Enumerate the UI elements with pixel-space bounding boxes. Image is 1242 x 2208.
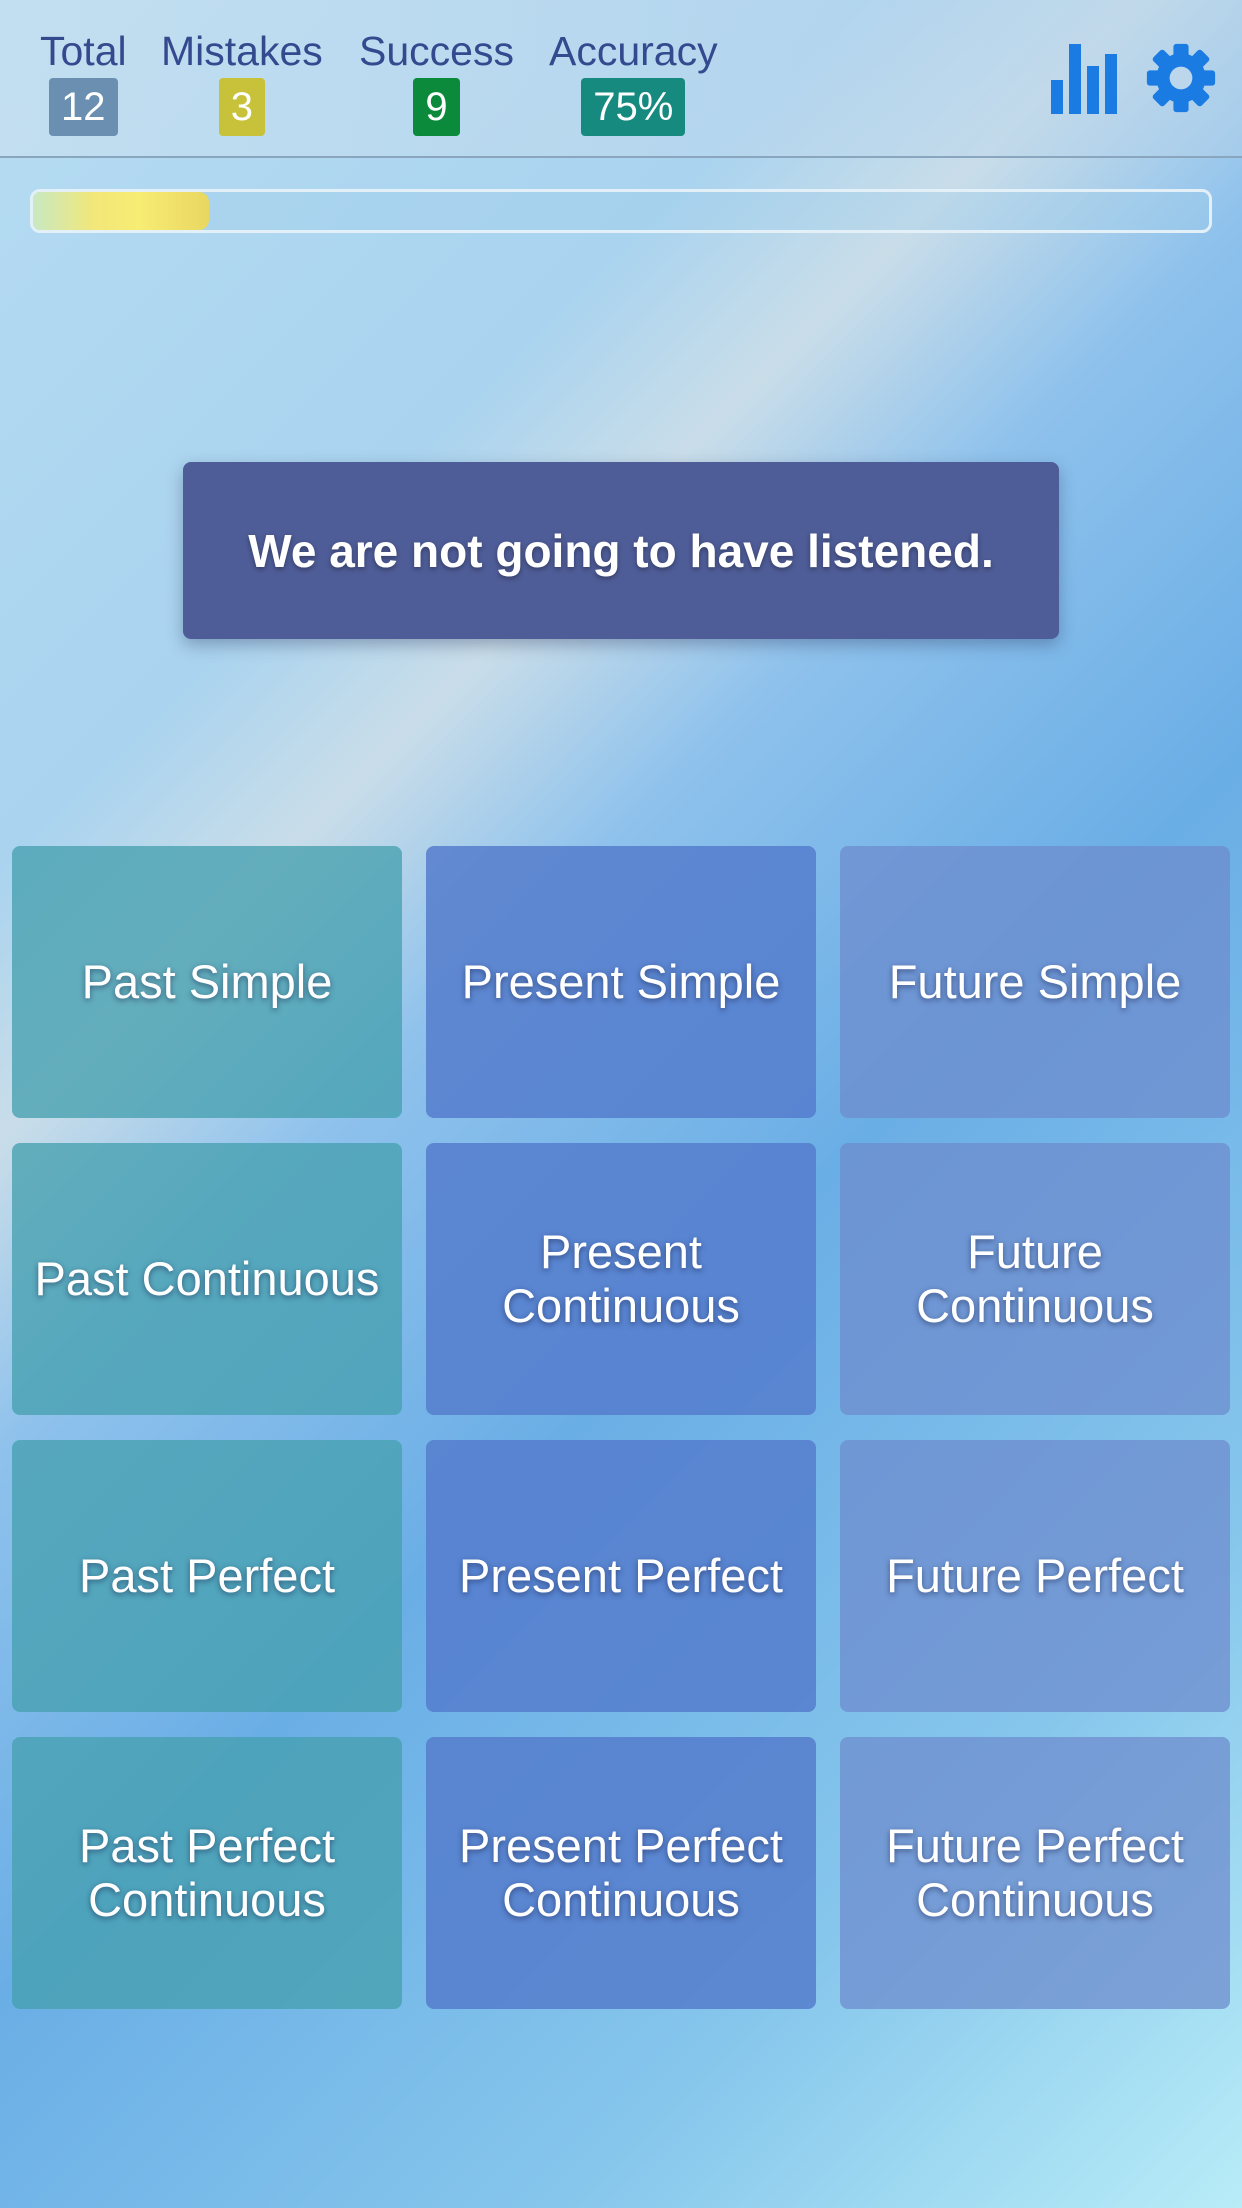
stat-accuracy-label: Accuracy <box>549 28 718 74</box>
stat-total: Total 12 <box>40 26 127 136</box>
tile-present-continuous[interactable]: Present Continuous <box>426 1143 816 1415</box>
tile-past-perfect-continuous[interactable]: Past Perfect Continuous <box>12 1737 402 2009</box>
stat-accuracy-badge: 75% <box>581 78 686 136</box>
question-card: We are not going to have listened. <box>183 462 1059 639</box>
stat-total-label: Total <box>40 28 127 74</box>
stat-success: Success 9 <box>359 26 514 136</box>
tile-present-perfect[interactable]: Present Perfect <box>426 1440 816 1712</box>
stat-mistakes-badge: 3 <box>218 78 265 136</box>
tile-future-continuous[interactable]: Future Continuous <box>840 1143 1230 1415</box>
stat-mistakes-label: Mistakes <box>161 28 323 74</box>
tile-present-perfect-continuous[interactable]: Present Perfect Continuous <box>426 1737 816 2009</box>
tile-future-perfect[interactable]: Future Perfect <box>840 1440 1230 1712</box>
tile-past-continuous[interactable]: Past Continuous <box>12 1143 402 1415</box>
settings-button[interactable] <box>1145 40 1217 121</box>
tile-present-simple[interactable]: Present Simple <box>426 846 816 1118</box>
progress-fill <box>33 192 210 230</box>
stat-mistakes: Mistakes 3 <box>161 26 323 136</box>
gear-icon <box>1146 43 1216 113</box>
stats-header: Total 12 Mistakes 3 Success 9 Accuracy 7… <box>0 0 1242 158</box>
tile-past-simple[interactable]: Past Simple <box>12 846 402 1118</box>
bar-chart-icon <box>1051 44 1117 114</box>
tile-past-perfect[interactable]: Past Perfect <box>12 1440 402 1712</box>
progress-bar <box>30 189 1212 233</box>
stat-success-badge: 9 <box>413 78 460 136</box>
stat-success-label: Success <box>359 28 514 74</box>
tile-future-perfect-continuous[interactable]: Future Perfect Continuous <box>840 1737 1230 2009</box>
stat-total-badge: 12 <box>49 78 118 136</box>
tile-future-simple[interactable]: Future Simple <box>840 846 1230 1118</box>
statistics-button[interactable] <box>1051 40 1117 121</box>
stat-accuracy: Accuracy 75% <box>549 26 718 136</box>
